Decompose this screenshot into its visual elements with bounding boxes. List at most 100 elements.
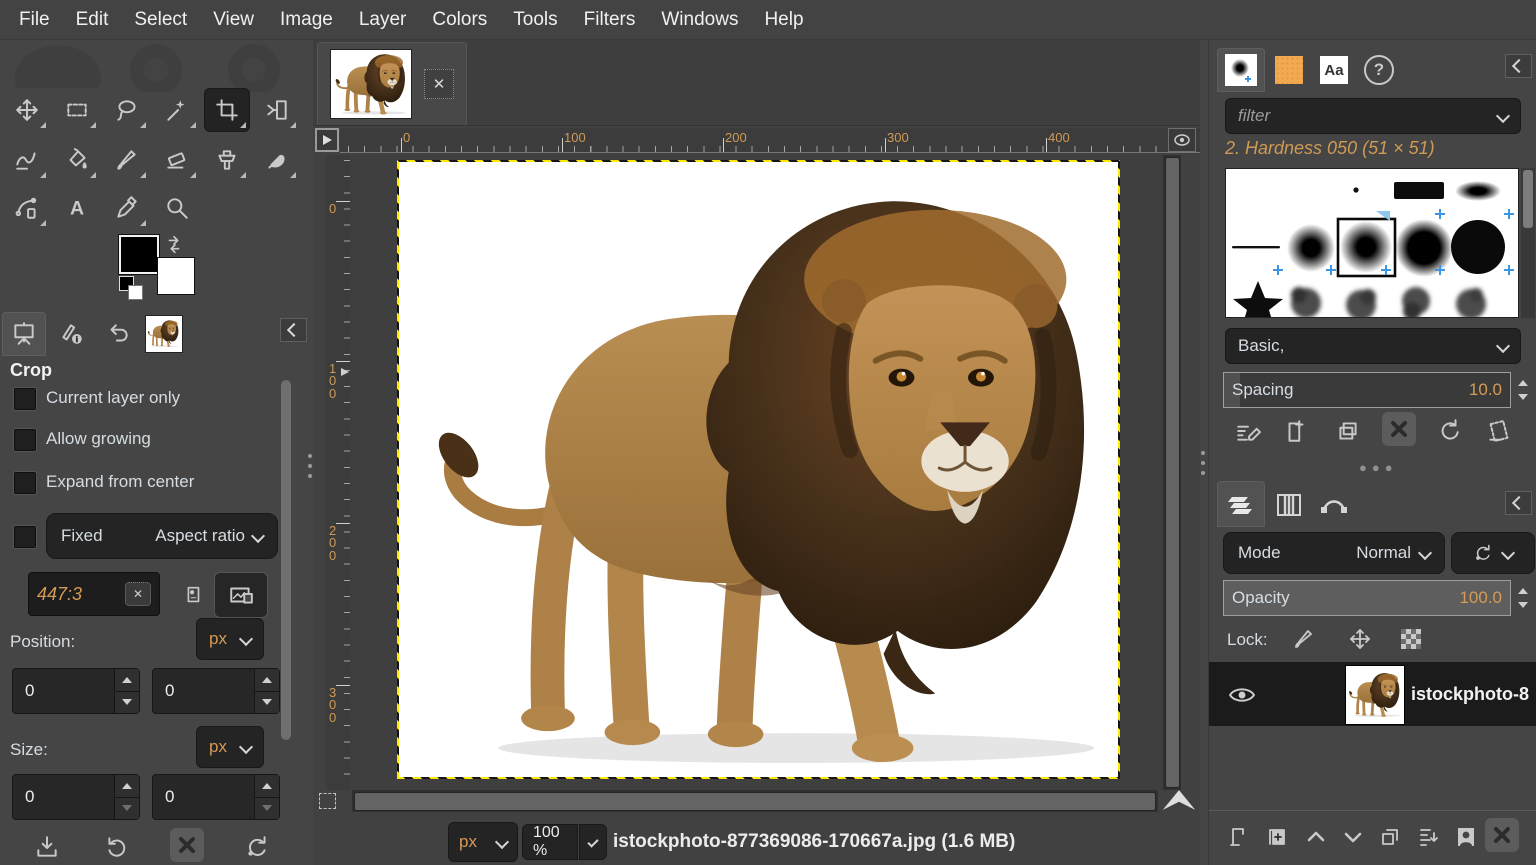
- clear-icon[interactable]: ✕: [125, 582, 151, 606]
- background-color-swatch[interactable]: [157, 257, 195, 295]
- navigation-button[interactable]: [1158, 786, 1200, 814]
- menu-image[interactable]: Image: [267, 9, 346, 31]
- quick-mask-toggle[interactable]: [315, 790, 339, 812]
- fuzzy-select-tool[interactable]: [154, 88, 200, 132]
- panel-collapse-button[interactable]: [280, 318, 307, 342]
- tab-channels[interactable]: [1267, 483, 1311, 527]
- brush-scrollbar-thumb[interactable]: [1523, 170, 1533, 228]
- tool-options-scrollbar[interactable]: [281, 380, 291, 740]
- refresh-brushes-button[interactable]: [1432, 414, 1466, 448]
- dock-collapse-button[interactable]: [1505, 54, 1532, 78]
- close-image-icon[interactable]: ✕: [424, 69, 454, 99]
- crop-tool[interactable]: [204, 88, 250, 132]
- size-height-spinner[interactable]: 0: [152, 774, 280, 820]
- menu-select[interactable]: Select: [121, 9, 200, 31]
- menu-file[interactable]: File: [6, 9, 63, 31]
- tab-tool-options[interactable]: [2, 312, 46, 356]
- position-unit-dropdown[interactable]: px: [196, 618, 264, 660]
- right-pane-splitter[interactable]: [1199, 445, 1207, 481]
- text-tool[interactable]: A: [54, 186, 100, 230]
- move-tool[interactable]: [4, 88, 50, 132]
- free-select-tool[interactable]: [104, 88, 150, 132]
- menu-layer[interactable]: Layer: [346, 9, 420, 31]
- vertical-scrollbar-thumb[interactable]: [1165, 157, 1180, 788]
- lock-alpha-button[interactable]: [1401, 629, 1421, 649]
- checkbox-allow-growing[interactable]: [14, 429, 36, 451]
- canvas-image[interactable]: [397, 160, 1120, 779]
- zoom-tool[interactable]: [154, 186, 200, 230]
- open-brush-as-image-button[interactable]: [1482, 414, 1516, 448]
- position-x-spinner[interactable]: 0: [12, 668, 140, 714]
- aspect-ratio-input[interactable]: 447:3 ✕: [28, 572, 160, 616]
- duplicate-brush-button[interactable]: [1331, 414, 1365, 448]
- status-unit-dropdown[interactable]: px: [448, 822, 518, 862]
- tab-paths[interactable]: [1312, 483, 1356, 527]
- portrait-orientation-button[interactable]: [176, 578, 210, 612]
- fixed-aspect-combo[interactable]: Fixed Aspect ratio: [46, 513, 278, 559]
- new-brush-button[interactable]: [1279, 414, 1313, 448]
- menu-view[interactable]: View: [200, 9, 267, 31]
- menu-help[interactable]: Help: [751, 9, 816, 31]
- brush-grid-scrollbar[interactable]: [1521, 168, 1535, 318]
- checkbox-expand-from-center[interactable]: [14, 472, 36, 494]
- reset-tool-options-button[interactable]: [240, 830, 274, 864]
- horizontal-scrollbar-thumb[interactable]: [354, 792, 1156, 811]
- dock-collapse-button[interactable]: [1505, 491, 1532, 515]
- zoom-value[interactable]: 100 %: [522, 824, 578, 860]
- spinner-arrows[interactable]: [114, 669, 139, 713]
- rectangle-select-tool[interactable]: [54, 88, 100, 132]
- new-layer-group-button[interactable]: [1261, 820, 1295, 854]
- menu-colors[interactable]: Colors: [419, 9, 500, 31]
- size-unit-dropdown[interactable]: px: [196, 726, 264, 768]
- image-tab[interactable]: ✕: [317, 42, 467, 125]
- brush-filter-combo[interactable]: filter: [1225, 98, 1521, 134]
- raise-layer-button[interactable]: [1299, 820, 1333, 854]
- lower-layer-button[interactable]: [1336, 820, 1370, 854]
- lock-pixels-button[interactable]: [1289, 624, 1319, 654]
- checkbox-fixed[interactable]: [14, 526, 36, 548]
- spinner-arrows[interactable]: [254, 775, 279, 819]
- new-layer-button[interactable]: [1223, 820, 1257, 854]
- delete-layer-button[interactable]: [1485, 818, 1519, 852]
- paintbrush-tool[interactable]: [104, 138, 150, 182]
- layer-visibility-eye-icon[interactable]: [1229, 686, 1255, 704]
- smudge-tool[interactable]: [254, 138, 300, 182]
- menu-filters[interactable]: Filters: [571, 9, 649, 31]
- horizontal-scrollbar[interactable]: [352, 790, 1158, 812]
- eraser-tool[interactable]: [154, 138, 200, 182]
- menu-windows[interactable]: Windows: [648, 9, 751, 31]
- dock-drag-handle[interactable]: ●●●: [1359, 460, 1398, 475]
- spacing-spinner-arrows[interactable]: [1512, 372, 1534, 408]
- position-y-spinner[interactable]: 0: [152, 668, 280, 714]
- spinner-arrows[interactable]: [254, 669, 279, 713]
- color-picker-tool[interactable]: [104, 186, 150, 230]
- lock-position-button[interactable]: [1345, 624, 1375, 654]
- tab-images[interactable]: [142, 312, 186, 356]
- clone-tool[interactable]: [204, 138, 250, 182]
- transform-tool[interactable]: [254, 88, 300, 132]
- foreground-color-swatch[interactable]: [119, 235, 159, 274]
- restore-tool-preset-button[interactable]: [100, 830, 134, 864]
- bucket-fill-tool[interactable]: [54, 138, 100, 182]
- size-width-spinner[interactable]: 0: [12, 774, 140, 820]
- zoom-follow-window-toggle[interactable]: [1168, 128, 1196, 152]
- tab-help[interactable]: ?: [1357, 48, 1401, 92]
- menu-tools[interactable]: Tools: [500, 9, 570, 31]
- brush-grid[interactable]: [1225, 168, 1519, 318]
- spacing-slider[interactable]: Spacing 10.0: [1223, 372, 1511, 408]
- checkbox-current-layer-only[interactable]: [14, 388, 36, 410]
- warp-tool[interactable]: [4, 138, 50, 182]
- tab-device-status[interactable]: [50, 312, 94, 356]
- ruler-menu-button[interactable]: [315, 128, 339, 152]
- layer-row[interactable]: istockphoto-8: [1209, 662, 1536, 726]
- image-tab-thumbnail[interactable]: [330, 49, 412, 119]
- delete-brush-button[interactable]: [1382, 412, 1416, 446]
- merge-down-button[interactable]: [1411, 820, 1445, 854]
- add-layer-mask-button[interactable]: [1449, 820, 1483, 854]
- vertical-scrollbar[interactable]: [1163, 155, 1181, 790]
- zoom-dropdown-button[interactable]: [579, 824, 607, 860]
- brush-group-combo[interactable]: Basic,: [1225, 328, 1521, 364]
- tab-layers[interactable]: [1217, 481, 1265, 527]
- layer-thumbnail[interactable]: [1345, 665, 1405, 725]
- opacity-slider[interactable]: Opacity 100.0: [1223, 580, 1511, 616]
